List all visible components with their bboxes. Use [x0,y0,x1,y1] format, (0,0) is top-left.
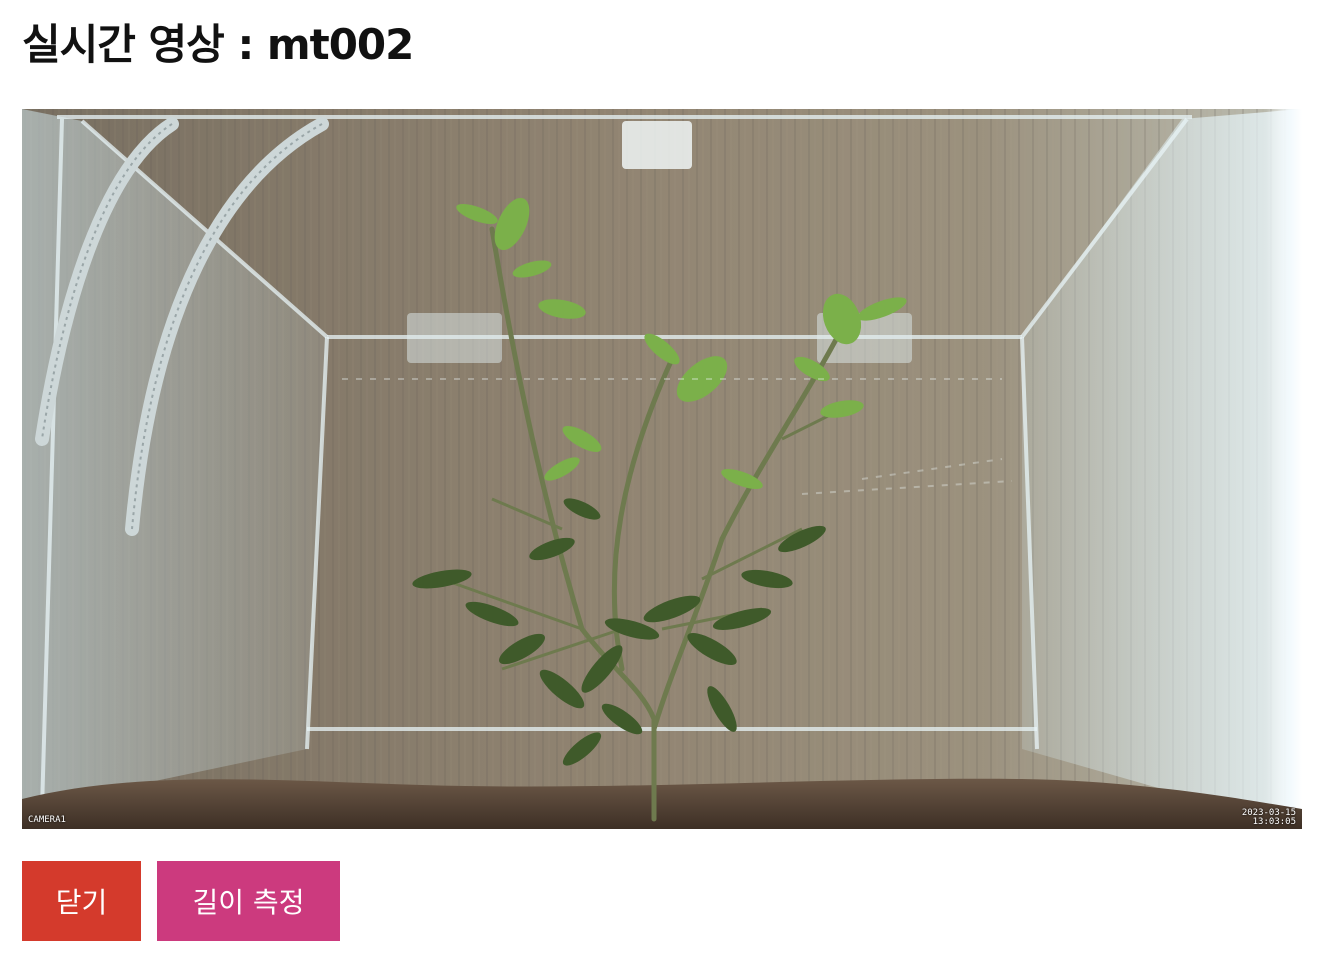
measure-length-button[interactable]: 길이 측정 [157,861,340,941]
plant-camera-image [22,109,1302,829]
timestamp-overlay: 2023-03-15 13:03:05 [1242,809,1296,827]
page-title: 실시간 영상 : mt002 [22,20,414,69]
camera-label-overlay: CAMERA1 [28,815,66,825]
live-video-feed: CAMERA1 2023-03-15 13:03:05 [22,109,1302,829]
close-button[interactable]: 닫기 [22,861,141,941]
timestamp-time: 13:03:05 [1252,817,1296,827]
